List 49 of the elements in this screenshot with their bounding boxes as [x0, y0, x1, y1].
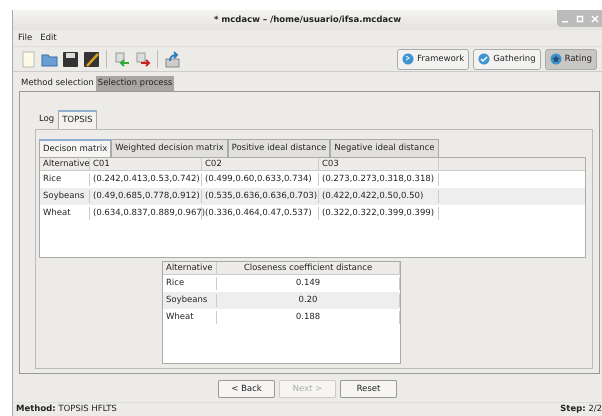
floppy-pencil-icon[interactable] — [83, 50, 100, 68]
table-cell: (0.535,0.636,0.636,0.703) — [202, 190, 319, 204]
step-status: Step: 2/2 — [560, 403, 602, 416]
tray-arrow-icon[interactable] — [164, 50, 181, 68]
table-cell: (0.322,0.322,0.399,0.399) — [319, 207, 439, 220]
stage-button[interactable]: Gathering — [473, 48, 541, 70]
dialog-button[interactable]: Reset — [340, 380, 397, 398]
new-file-icon[interactable] — [20, 50, 37, 68]
tab[interactable]: Selection process — [96, 76, 174, 91]
table-cell: (0.273,0.273,0.318,0.318) — [319, 173, 439, 186]
framework-icon — [402, 53, 414, 65]
stage-button[interactable]: Framework — [397, 48, 470, 70]
tab[interactable]: Weighted decision matrix — [111, 138, 228, 158]
table-cell: Wheat — [40, 207, 90, 220]
tab[interactable]: Negative ideal distance — [330, 138, 439, 158]
table-cell: 0.20 — [217, 294, 400, 308]
tab[interactable]: Decison matrix — [39, 138, 112, 158]
table-cell: Soybeans — [163, 294, 217, 308]
table-cell: 0.149 — [217, 277, 400, 290]
export-arrow-icon[interactable] — [134, 50, 151, 68]
tab[interactable]: Log — [35, 110, 58, 128]
tab[interactable]: Positive ideal distance — [228, 138, 330, 158]
table-cell: Wheat — [163, 311, 217, 324]
table-cell: (0.499,0.60,0.633,0.734) — [202, 173, 319, 186]
menu-item[interactable]: File — [18, 32, 32, 44]
column-header: Closeness coefficient distance — [217, 262, 400, 275]
table-cell: 0.188 — [217, 311, 400, 324]
column-header: Alternative — [40, 158, 90, 171]
table-cell: Rice — [163, 277, 217, 290]
dialog-button[interactable]: < Back — [218, 380, 275, 398]
table-cell: Rice — [40, 173, 90, 186]
column-header: Alternative — [163, 262, 217, 275]
import-arrow-icon[interactable] — [113, 50, 130, 68]
table-cell: (0.242,0.413,0.53,0.742) — [90, 173, 202, 186]
stage-button[interactable]: Rating — [544, 48, 597, 70]
star-icon — [550, 53, 562, 65]
column-header: C02 — [202, 158, 319, 171]
column-header: C01 — [90, 158, 202, 171]
table-cell: (0.422,0.422,0.50,0.50) — [319, 190, 439, 204]
window-title: * mcdacw – /home/usuario/ifsa.mcdacw — [214, 14, 402, 26]
tab[interactable]: TOPSIS — [58, 110, 96, 128]
tab[interactable]: Method selection — [19, 76, 96, 91]
column-header: C03 — [319, 158, 439, 171]
table-cell: (0.634,0.837,0.889,0.967) — [90, 207, 202, 220]
table-cell: Soybeans — [40, 190, 90, 204]
method-status: Method: TOPSIS HFLTS — [16, 403, 117, 416]
menu-item[interactable]: Edit — [40, 32, 57, 44]
table-cell: (0.49,0.685,0.778,0.912) — [90, 190, 202, 204]
checkmark-icon — [478, 53, 490, 65]
